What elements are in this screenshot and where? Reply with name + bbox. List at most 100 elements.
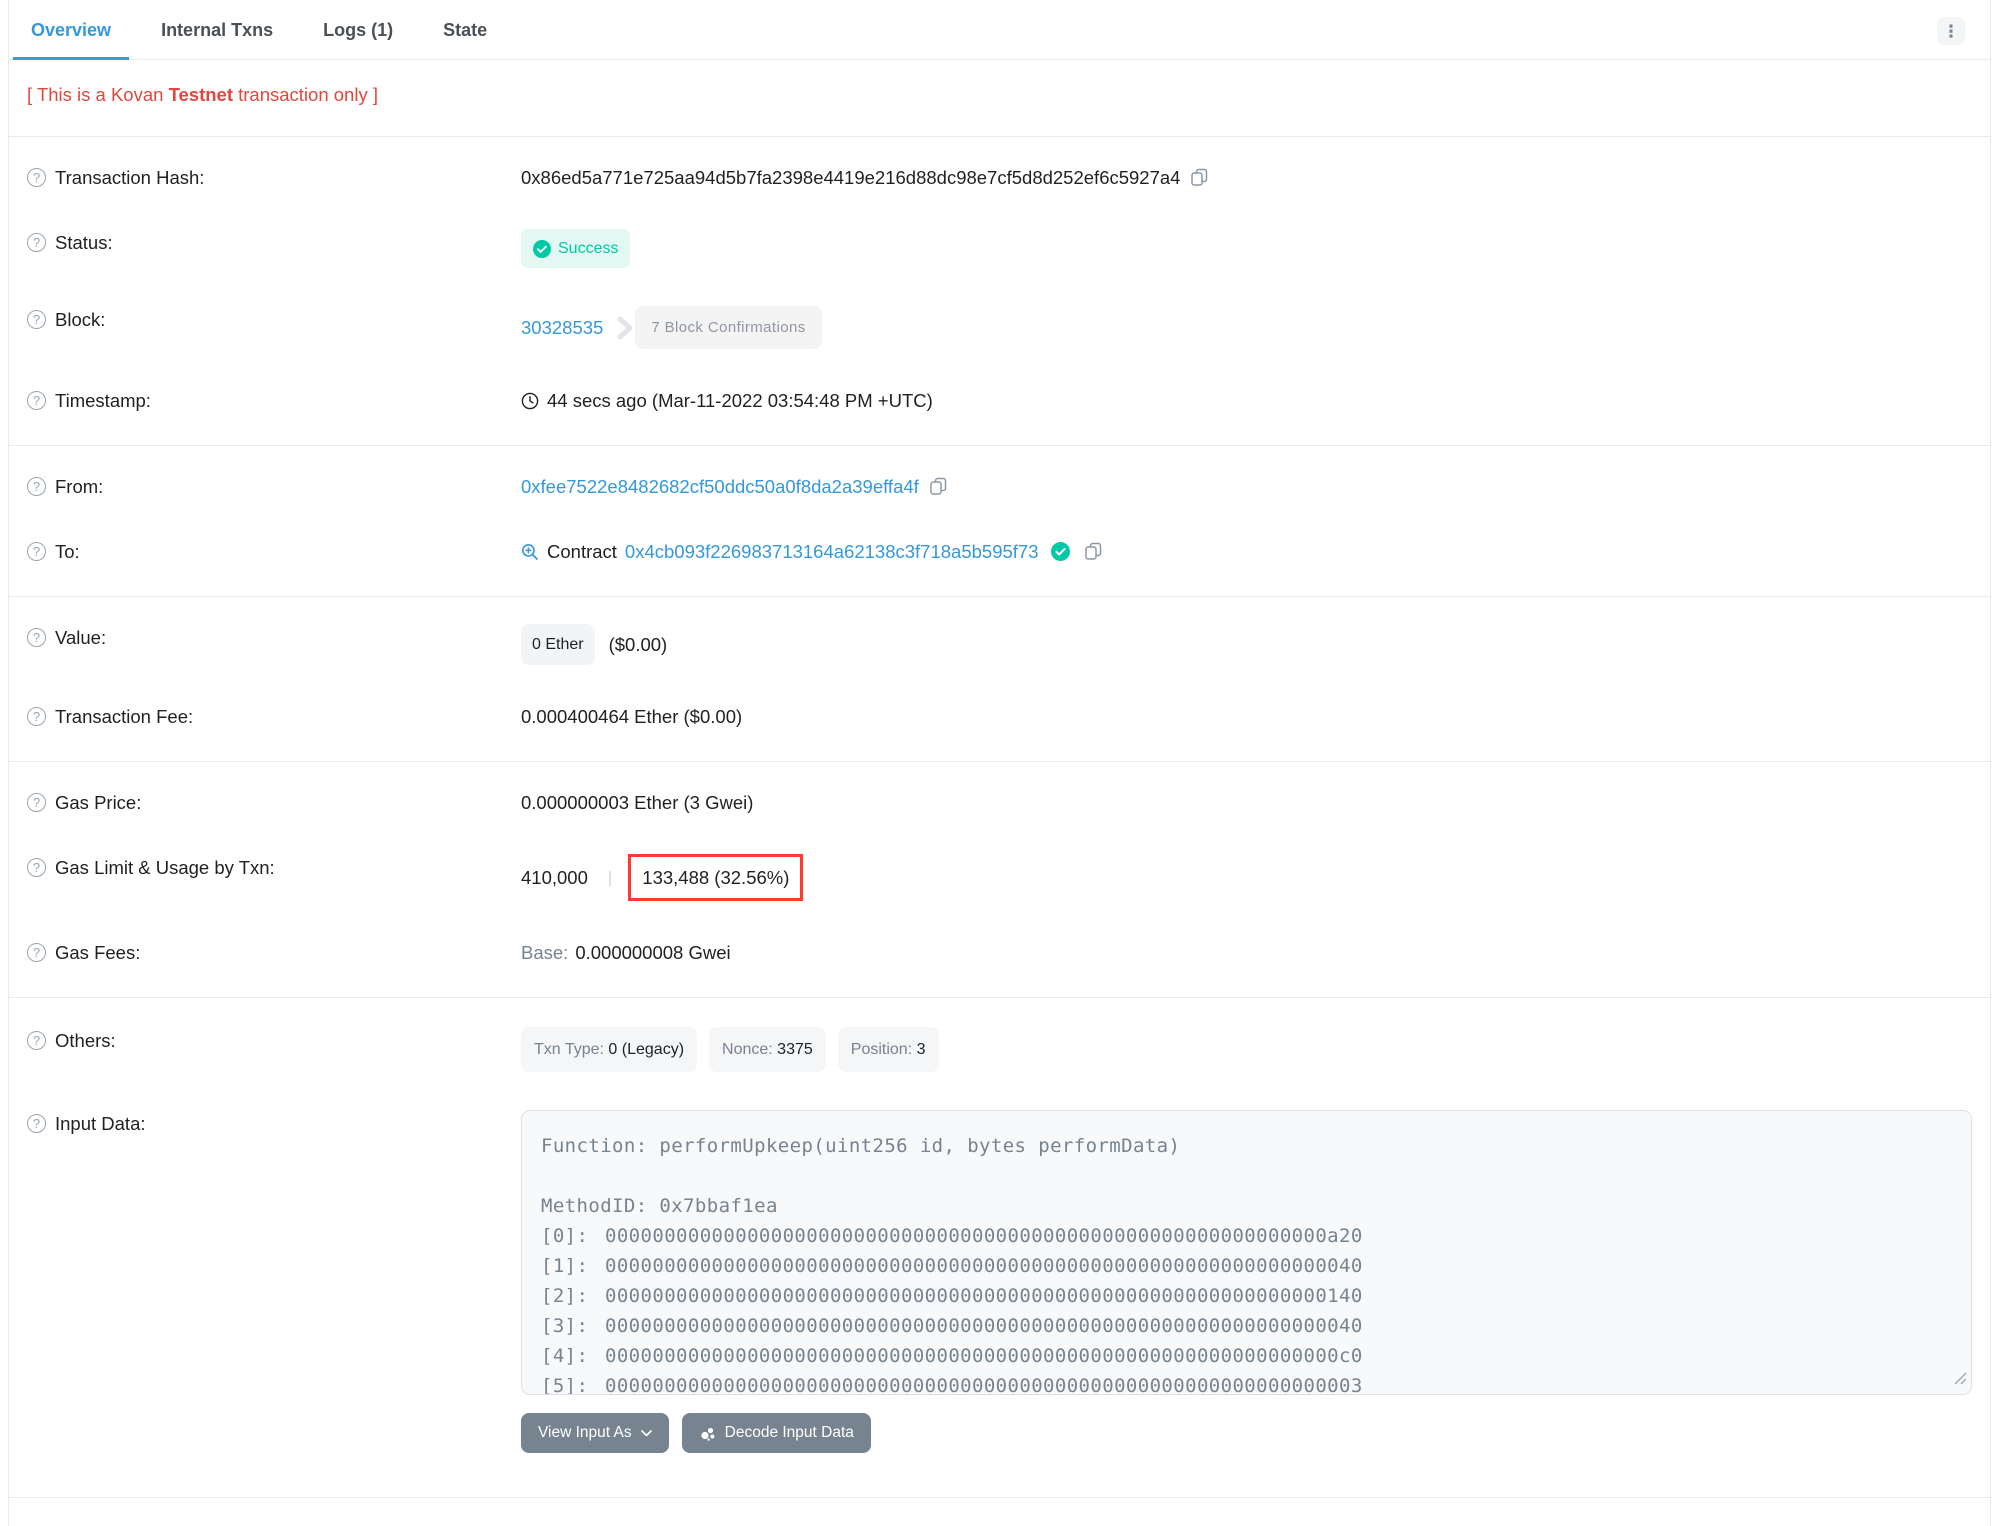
tab-internal-txns[interactable]: Internal Txns [143,3,291,60]
row-to: ? To: Contract 0x4cb093f226983713164a621… [27,519,1972,584]
chevron-right-icon [617,314,633,342]
nonce-badge: Nonce: 3375 [709,1027,826,1072]
help-icon[interactable]: ? [27,1114,46,1133]
testnet-notice-text: [ This is a Kovan Testnet transaction on… [27,84,378,105]
block-label: Block: [55,309,106,330]
copy-icon[interactable] [1084,542,1103,561]
help-icon[interactable]: ? [27,1031,46,1050]
transaction-hash-value: 0x86ed5a771e725aa94d5b7fa2398e4419e216d8… [521,167,1181,188]
gas-limit-value: 410,000 [521,867,588,888]
section-addresses: ? From: 0xfee7522e8482682cf50ddc50a0f8da… [9,446,1990,597]
decode-ink-icon [701,1427,715,1441]
input-param-row: [1]: 000000000000000000000000000000000000… [541,1255,1363,1277]
timestamp-value: 44 secs ago (Mar-11-2022 03:54:48 PM +UT… [547,390,933,411]
decode-input-data-button[interactable]: Decode Input Data [681,1413,871,1453]
help-icon[interactable]: ? [27,542,46,561]
row-value: ? Value: 0 Ether ($0.00) [27,605,1972,684]
copy-icon[interactable] [1190,168,1209,187]
help-icon[interactable]: ? [27,310,46,329]
check-circle-icon [533,239,551,258]
value-amount-badge: 0 Ether [521,624,595,665]
clock-icon [521,392,539,410]
status-label: Status: [55,232,113,253]
tab-state[interactable]: State [425,3,505,60]
tab-bar: Overview Internal Txns Logs (1) State ⋮ [9,0,1990,60]
status-badge: Success [521,229,631,268]
resize-handle-icon[interactable] [1954,1368,1967,1390]
transaction-fee-label: Transaction Fee: [55,706,194,727]
row-input-data: ? Input Data: Function: performUpkeep(ui… [27,1091,1972,1453]
to-kind-label: Contract [547,541,617,562]
section-value: ? Value: 0 Ether ($0.00) ? Transaction F… [9,597,1990,762]
gas-limit-label: Gas Limit & Usage by Txn: [55,857,275,878]
input-param-row: [2]: 000000000000000000000000000000000000… [541,1285,1363,1307]
row-timestamp: ? Timestamp: 44 secs ago (Mar-11-2022 03… [27,368,1972,433]
gas-usage-highlight-box: 133,488 (32.56%) [628,854,804,901]
row-gas-price: ? Gas Price: 0.000000003 Ether (3 Gwei) [27,770,1972,835]
input-param-row: [0]: 000000000000000000000000000000000000… [541,1225,1363,1247]
gas-base-value: 0.000000008 Gwei [575,942,731,963]
block-number-link[interactable]: 30328535 [521,314,603,341]
kebab-menu-button[interactable]: ⋮ [1937,17,1965,45]
block-confirmations-badge: 7 Block Confirmations [635,306,822,349]
help-icon[interactable]: ? [27,168,46,187]
tab-logs[interactable]: Logs (1) [305,3,411,60]
position-badge: Position: 3 [837,1027,939,1072]
row-transaction-hash: ? Transaction Hash: 0x86ed5a771e725aa94d… [27,145,1972,210]
input-param-row: [5]: 000000000000000000000000000000000000… [541,1375,1363,1395]
input-actions: View Input As Decode Input Data [521,1413,1972,1453]
row-gas-fees: ? Gas Fees: Base: 0.000000008 Gwei [27,920,1972,985]
section-gas: ? Gas Price: 0.000000003 Ether (3 Gwei) … [9,762,1990,998]
input-param-row: [4]: 000000000000000000000000000000000000… [541,1345,1363,1367]
input-data-label: Input Data: [55,1113,146,1134]
help-icon[interactable]: ? [27,628,46,647]
from-label: From: [55,476,104,497]
status-badge-text: Success [558,240,619,257]
others-label: Others: [55,1030,116,1051]
input-param-row: [3]: 000000000000000000000000000000000000… [541,1315,1363,1337]
magnifier-plus-icon[interactable] [521,543,539,561]
gas-separator: | [607,868,613,887]
row-from: ? From: 0xfee7522e8482682cf50ddc50a0f8da… [27,454,1972,519]
tab-overview[interactable]: Overview [13,3,130,60]
help-icon[interactable]: ? [27,477,46,496]
kebab-icon: ⋮ [1942,21,1960,41]
help-icon[interactable]: ? [27,391,46,410]
help-icon[interactable]: ? [27,793,46,812]
input-blank-line [541,1161,1951,1191]
help-icon[interactable]: ? [27,858,46,877]
bottom-spacer [9,1498,1990,1526]
help-icon[interactable]: ? [27,233,46,252]
chevron-down-icon [640,1429,652,1436]
verified-contract-icon [1050,542,1070,561]
to-address-link[interactable]: 0x4cb093f226983713164a62138c3f718a5b595f… [625,538,1039,565]
view-input-as-button[interactable]: View Input As [521,1413,669,1453]
copy-icon[interactable] [929,477,948,496]
input-function-line: Function: performUpkeep(uint256 id, byte… [541,1135,1181,1157]
help-icon[interactable]: ? [27,943,46,962]
row-gas-limit-usage: ? Gas Limit & Usage by Txn: 410,000 | 13… [27,835,1972,920]
input-method-line: MethodID: 0x7bbaf1ea [541,1195,778,1217]
row-status: ? Status: Success [27,210,1972,287]
txn-type-badge: Txn Type: 0 (Legacy) [521,1027,698,1072]
gas-price-label: Gas Price: [55,792,142,813]
value-usd: ($0.00) [608,634,668,655]
transaction-hash-label: Transaction Hash: [55,167,205,188]
row-transaction-fee: ? Transaction Fee: 0.000400464 Ether ($0… [27,684,1972,749]
timestamp-label: Timestamp: [55,390,151,411]
transaction-card: Overview Internal Txns Logs (1) State ⋮ … [8,0,1991,1526]
to-label: To: [55,541,80,562]
transaction-fee-value: 0.000400464 Ether ($0.00) [521,706,743,727]
input-data-textarea[interactable]: Function: performUpkeep(uint256 id, byte… [521,1110,1972,1395]
help-icon[interactable]: ? [27,707,46,726]
value-label: Value: [55,627,107,648]
row-others: ? Others: Txn Type: 0 (Legacy) Nonce: 33… [27,1008,1972,1091]
gas-base-label: Base: [521,942,569,963]
from-address-link[interactable]: 0xfee7522e8482682cf50ddc50a0f8da2a39effa… [521,473,919,500]
row-block: ? Block: 30328535 7 Block Confirmations [27,287,1972,368]
section-overview-top: ? Transaction Hash: 0x86ed5a771e725aa94d… [9,137,1990,446]
testnet-notice: [ This is a Kovan Testnet transaction on… [9,60,1990,137]
gas-price-value: 0.000000003 Ether (3 Gwei) [521,792,754,813]
section-others-input: ? Others: Txn Type: 0 (Legacy) Nonce: 33… [9,998,1990,1498]
gas-fees-label: Gas Fees: [55,942,141,963]
